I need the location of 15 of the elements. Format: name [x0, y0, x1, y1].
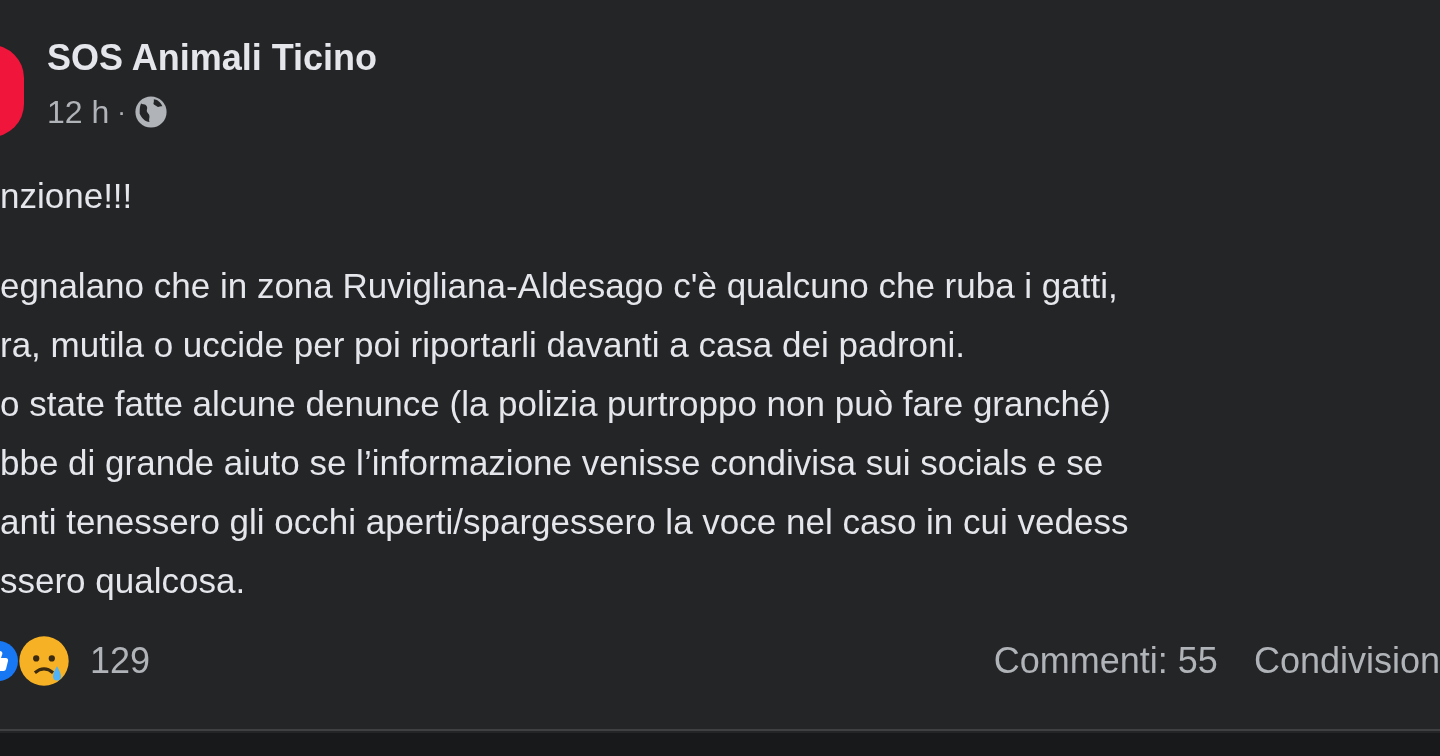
post-text-line: nzione!!! [0, 175, 133, 217]
separator-dot: · [117, 96, 126, 129]
sad-emoji-icon [18, 635, 70, 687]
comments-count[interactable]: Commenti: 55 [993, 634, 1218, 688]
post-time[interactable]: 12 h [47, 94, 110, 130]
post-text-line: ra, mutila o uccide per poi riportarli davanti a casa dei padroni. [0, 324, 965, 366]
post-text-line: bbe di grande aiuto se l’informazione venisse condivisa sui socials e se [0, 442, 1104, 484]
globe-icon [133, 95, 168, 129]
page-name[interactable]: SOS Animali Ticino [47, 36, 378, 80]
post-text-line: anti tenessero gli occhi aperti/spargessero la voce nel caso in cui vedess [0, 501, 1129, 543]
reaction-count[interactable]: 129 [90, 634, 151, 688]
post-text-line: egnalano che in zona Ruvigliana-Aldesago c'è qualcuno che ruba i gatti, [0, 265, 1118, 307]
post-text-line: ssero qualcosa. [0, 560, 246, 602]
post-text-line: o state fatte alcune denunce (la polizia purtroppo non può fare granché) [0, 383, 1112, 425]
shares-count[interactable]: Condivision [1253, 634, 1440, 688]
